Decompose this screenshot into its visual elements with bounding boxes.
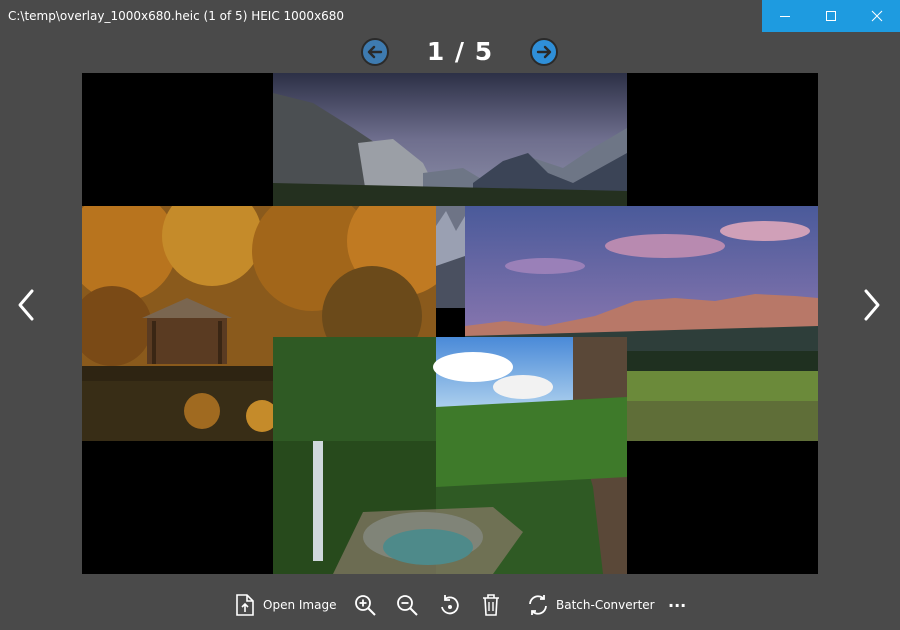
image-tile-snowy-trees bbox=[436, 206, 465, 308]
sync-icon bbox=[525, 592, 551, 618]
rotate-button[interactable] bbox=[436, 590, 462, 620]
next-image-arrow[interactable] bbox=[856, 285, 886, 325]
zoom-in-button[interactable] bbox=[352, 590, 378, 620]
page-counter: 1 / 5 bbox=[426, 37, 494, 66]
window-controls bbox=[762, 0, 900, 32]
batch-converter-button[interactable]: Batch-Converter bbox=[525, 590, 655, 620]
bottom-toolbar: Open Image Batch-Converter ··· bbox=[0, 586, 900, 624]
previous-image-arrow[interactable] bbox=[12, 285, 42, 325]
page-navigator: 1 / 5 bbox=[0, 34, 900, 70]
zoom-in-icon bbox=[352, 592, 378, 618]
maximize-icon bbox=[826, 11, 836, 21]
previous-page-button[interactable] bbox=[360, 37, 390, 67]
minimize-icon bbox=[780, 16, 790, 17]
maximize-button[interactable] bbox=[808, 0, 854, 32]
open-image-label: Open Image bbox=[263, 598, 337, 612]
open-image-button[interactable]: Open Image bbox=[232, 590, 336, 620]
image-tile-mountain-valley bbox=[273, 73, 627, 206]
chevron-right-icon bbox=[864, 289, 880, 321]
close-icon bbox=[871, 10, 883, 22]
close-button[interactable] bbox=[854, 0, 900, 32]
next-page-button[interactable] bbox=[529, 37, 559, 67]
circle-arrow-left-icon bbox=[361, 38, 389, 66]
zoom-out-button[interactable] bbox=[394, 590, 420, 620]
more-icon: ··· bbox=[668, 595, 687, 615]
title-bar: C:\temp\overlay_1000x680.heic (1 of 5) H… bbox=[0, 0, 900, 32]
image-canvas[interactable] bbox=[82, 73, 818, 574]
more-button[interactable]: ··· bbox=[668, 590, 686, 620]
zoom-out-icon bbox=[394, 592, 420, 618]
circle-arrow-right-icon bbox=[530, 38, 558, 66]
window-title: C:\temp\overlay_1000x680.heic (1 of 5) H… bbox=[8, 9, 345, 23]
minimize-button[interactable] bbox=[762, 0, 808, 32]
image-tile-waterfall-canyon bbox=[273, 337, 627, 574]
open-file-icon bbox=[232, 592, 258, 618]
batch-converter-label: Batch-Converter bbox=[556, 598, 655, 612]
chevron-left-icon bbox=[18, 289, 34, 321]
delete-icon bbox=[478, 592, 504, 618]
rotate-icon bbox=[436, 592, 462, 618]
delete-button[interactable] bbox=[478, 590, 504, 620]
